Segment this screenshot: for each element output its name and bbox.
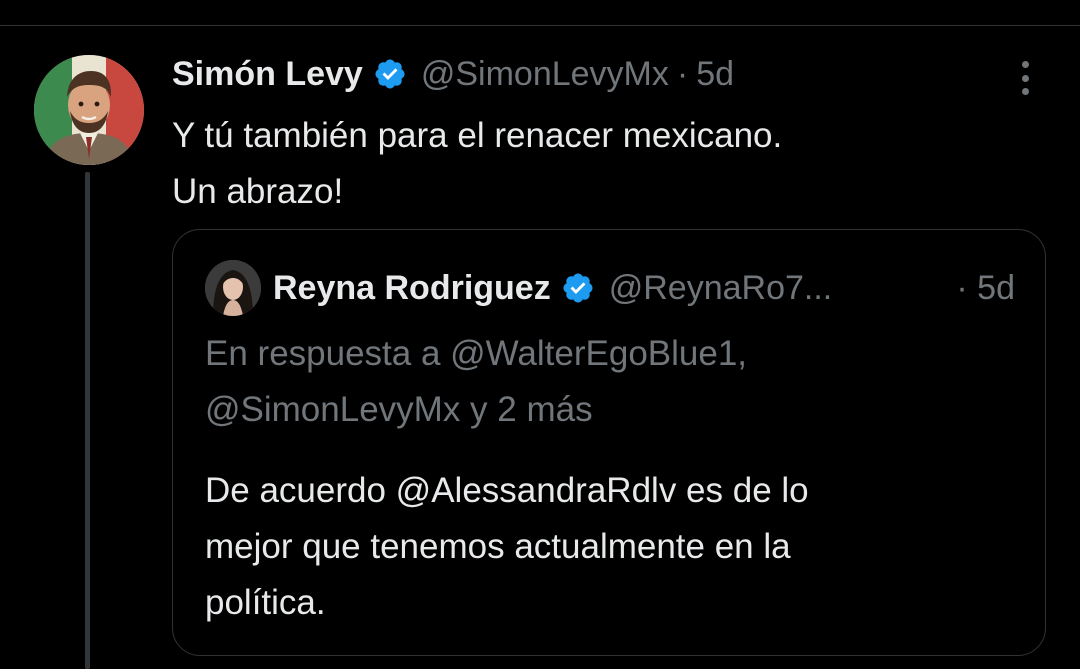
tweet-text-line: Y tú también para el renacer mexicano.: [172, 116, 783, 155]
quoted-tweet[interactable]: Reyna Rodriguez @ReynaRo7... · 5d En res…: [172, 229, 1046, 656]
quoted-tweet-header: Reyna Rodriguez @ReynaRo7... · 5d: [205, 258, 1015, 318]
author-handle[interactable]: @SimonLevyMx: [421, 55, 669, 94]
quoted-text-line: política.: [205, 583, 326, 622]
verified-badge-icon: [373, 57, 407, 91]
quoted-author-name[interactable]: Reyna Rodriguez: [273, 269, 551, 308]
quoted-avatar[interactable]: [205, 260, 261, 316]
reply-context: En respuesta a @WalterEgoBlue1, @SimonLe…: [205, 326, 1025, 438]
more-dot: [1021, 88, 1029, 95]
more-dot: [1021, 61, 1029, 68]
verified-badge-icon: [561, 271, 595, 305]
tweet-header: Simón Levy @SimonLevyMx · 5d: [172, 52, 734, 96]
author-name[interactable]: Simón Levy: [172, 55, 363, 94]
quoted-author-handle[interactable]: @ReynaRo7...: [609, 269, 833, 308]
tweet-time[interactable]: 5d: [696, 55, 734, 94]
reply-context-line[interactable]: En respuesta a @WalterEgoBlue1,: [205, 326, 1025, 382]
quoted-tweet-text: De acuerdo @AlessandraRdlv es de lo mejo…: [205, 463, 1025, 631]
quoted-avatar-image: [205, 260, 261, 316]
more-dot: [1021, 74, 1029, 82]
tweet-text: Y tú también para el renacer mexicano. U…: [172, 108, 1032, 220]
separator-dot: ·: [676, 54, 689, 93]
quoted-text-line: De acuerdo @AlessandraRdlv es de lo: [205, 471, 809, 510]
quoted-tweet-time[interactable]: · 5d: [956, 269, 1015, 308]
divider: [0, 25, 1080, 26]
more-options-icon[interactable]: [1014, 58, 1036, 98]
avatar-image: [34, 55, 144, 165]
tweet-page: Simón Levy @SimonLevyMx · 5d Y tú tambié…: [0, 0, 1080, 669]
thread-line: [85, 172, 90, 669]
reply-context-line[interactable]: @SimonLevyMx y 2 más: [205, 382, 1025, 438]
avatar[interactable]: [34, 55, 144, 165]
quoted-text-line: mejor que tenemos actualmente en la: [205, 527, 791, 566]
tweet-text-line: Un abrazo!: [172, 172, 344, 211]
